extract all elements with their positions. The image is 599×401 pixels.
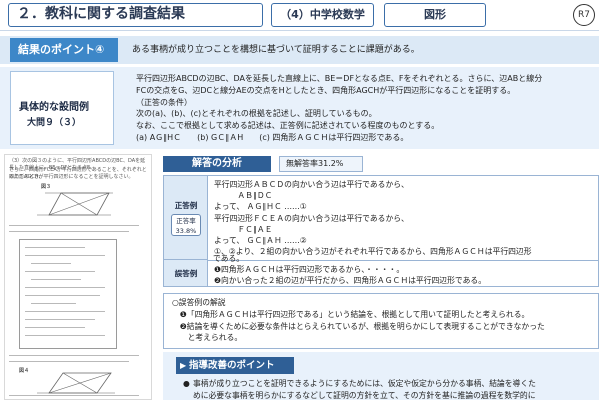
question-line: なお、ここで根拠として求める記述は、正答例に記述されている程度のものとする。 — [136, 121, 440, 131]
header-divider — [0, 30, 599, 31]
answer-line: 平行四辺形ＦＣＥＡの向かい合う辺は平行であるから、 — [214, 213, 409, 223]
correct-answer-text: 平行四辺形ＡＢＣＤの向かい合う辺は平行であるから、 ＡＢ∥ＤＣ よって、 ＡＧ∥… — [214, 179, 598, 257]
question-line: (a) AＧ∥HＣ (b) GＣ∥ＡH (c) 四角形ＡＧＣＨは平行四辺形である… — [136, 132, 409, 142]
correct-answer-label: 正答例 — [174, 201, 198, 210]
answer-line: 平行四辺形ＡＢＣＤの向かい合う辺は平行であるから、 — [214, 180, 409, 189]
result-point-label: 結果のポイント④ — [10, 38, 118, 62]
explanation-text: ○誤答例の解説 ❶「四角形ＡＧＣＨは平行四辺形である」という結論を、根拠として用… — [172, 297, 596, 344]
figure4-parallelogram — [37, 372, 115, 394]
guidance-heading-text: 指導改善のポイント — [188, 360, 275, 371]
result-point-row: 結果のポイント④ ある事柄が成り立つことを構想に基づいて証明することに課題がある… — [0, 36, 599, 64]
wrong-line: ❶四角形ＡＧＣＨは平行四辺形であるから、・・・・。 — [214, 265, 405, 274]
question-label-box: 具体的な設問例 大問９（３） — [10, 71, 114, 145]
explanation-line: ❷結論を導くために必要な条件はとらえられているが、根拠を明らかにして表現すること… — [172, 321, 545, 331]
topic-label: 図形 — [384, 3, 486, 27]
answer-line: よって、 ＡＧ∥ＨＣ ……① — [214, 202, 307, 212]
figure4-caption: 図４ — [19, 368, 30, 374]
wrong-answer-text: ❶四角形ＡＧＣＨは平行四辺形であるから、・・・・。 ❷向かい合った２組の辺が平行… — [214, 264, 486, 286]
answer-line: ①、②より、２組の向かい合う辺がそれぞれ平行であるから、四角形ＡＧＣＨは平行四辺… — [214, 247, 532, 257]
question-text: 平行四辺形ABCDの辺BC、DAを延長した直線上に、BE＝DFとなる点E、Fをそ… — [136, 73, 594, 144]
answer-divider — [208, 260, 599, 261]
guidance-line: 事柄が成り立つことを証明できるようにするためには、仮定や仮定から分かる事柄、結論… — [193, 379, 536, 388]
page-badge: R7 — [573, 4, 595, 26]
answer-line-last: である。 — [213, 254, 245, 263]
guidance-line: めに必要な事柄を明らかにするなどして証明の方針を立て、その方針を基に推論の過程を… — [193, 390, 536, 400]
correct-rate-label: 正答率 — [176, 217, 196, 225]
analysis-heading: 解答の分析 — [163, 156, 271, 172]
explanation-line: ❶「四角形ＡＧＣＨは平行四辺形である」という結論を、根拠として用いて証明したと考… — [172, 309, 530, 319]
explanation-line: ○誤答例の解説 — [172, 298, 226, 307]
answer-line: ＡＢ∥ＤＣ — [214, 191, 273, 201]
guidance-heading: ▶ 指導改善のポイント — [176, 357, 294, 374]
question-line: 平行四辺形ABCDの辺BC、DAを延長した直線上に、BE＝DFとなる点E、Fをそ… — [136, 74, 543, 83]
wrong-answer-label: 誤答例 — [174, 269, 198, 278]
page-header: ２．教科に関する調査結果 （4）中学校数学 図形 R7 — [0, 0, 599, 32]
guidance-section: ▶ 指導改善のポイント ● 事柄が成り立つことを証明できるようにするためには、仮定… — [163, 352, 599, 400]
subject-label: （4）中学校数学 — [271, 3, 374, 27]
question-line: （正答の条件） — [136, 97, 192, 107]
wrong-line: ❷向かい合った２組の辺が平行だから、四角形ＡＧＣＨは平行四辺形である。 — [214, 276, 487, 285]
exam-sheet-thumbnail: （3）次の図３のように、平行四辺形ABCDの辺BC、DAを延長した直線上に、BE… — [4, 154, 152, 400]
no-response-rate: 無解答率31.2% — [279, 156, 363, 172]
question-label: 具体的な設問例 — [19, 102, 89, 113]
section-title: ２．教科に関する調査結果 — [8, 3, 263, 27]
answer-line: よって、 ＧＣ∥ＡＨ ……② — [214, 236, 307, 246]
pointer-icon: ▶ — [180, 361, 189, 370]
wrong-answer-side: 誤答例 — [164, 260, 208, 286]
question-line: 次の(a)、(b)、(c)とそれぞれの根拠を記述し、証明しているもの。 — [136, 109, 377, 119]
result-point-text: ある事柄が成り立つことを構想に基づいて証明することに課題がある。 — [132, 45, 420, 55]
wrong-answer-explanation: ○誤答例の解説 ❶「四角形ＡＧＣＨは平行四辺形である」という結論を、根拠として用… — [163, 293, 599, 349]
correct-answer-side: 正答例 正答率 33.8% — [164, 176, 208, 260]
guidance-text: ● 事柄が成り立つことを証明できるようにするためには、仮定や仮定から分かる事柄、結… — [183, 378, 597, 401]
bullet-icon: ● — [183, 379, 190, 388]
correct-rate-box: 正答率 33.8% — [171, 214, 201, 236]
figure3-parallelogram — [37, 192, 113, 216]
correct-rate-value: 33.8% — [175, 227, 197, 235]
answer-table: 正答例 正答率 33.8% 誤答例 平行四辺形ＡＢＣＤの向かい合う辺は平行である… — [163, 175, 599, 287]
question-line: FCの交点をG、辺DCと線分AEの交点をHとしたとき、四角形AGCHが平行四辺形… — [136, 85, 516, 95]
question-section: 具体的な設問例 大問９（３） 平行四辺形ABCDの辺BC、DAを延長した直線上に… — [0, 67, 599, 149]
answer-line: ＦＣ∥ＡＥ — [214, 224, 273, 234]
explanation-line: と考えられる。 — [172, 333, 243, 343]
thumb-text-line: 四角形AGCHが平行四辺形になることを証明しなさい。 — [9, 174, 134, 180]
question-number: 大問９（３） — [27, 118, 82, 128]
